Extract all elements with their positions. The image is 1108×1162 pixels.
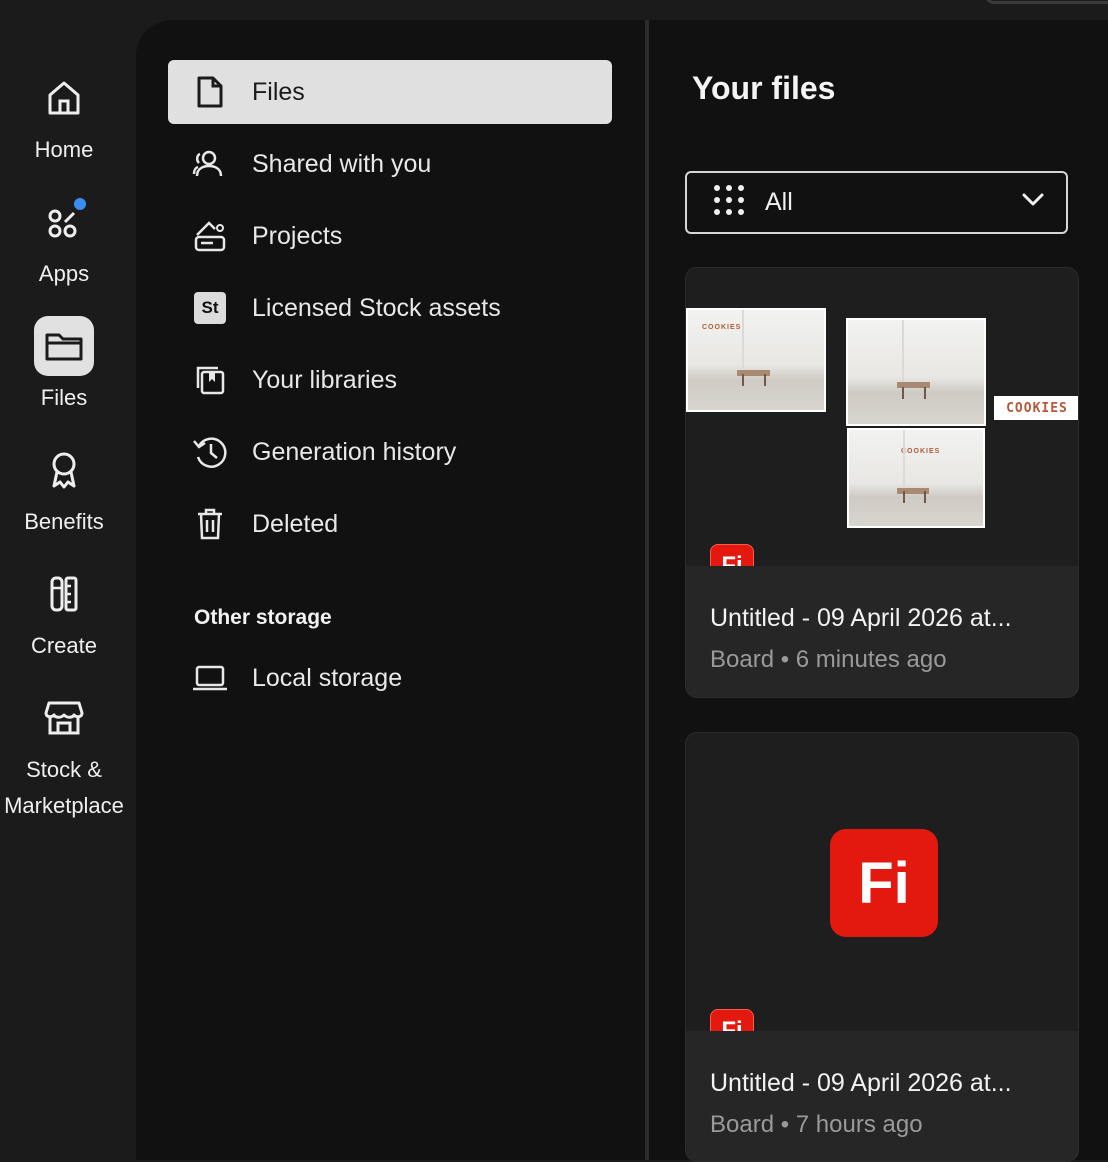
nav-item-local-storage[interactable]: Local storage xyxy=(168,646,612,710)
file-icon xyxy=(188,76,232,108)
apps-icon xyxy=(34,192,94,252)
nav-label-licensed-stock: Licensed Stock assets xyxy=(252,293,501,322)
file-card[interactable]: COOKIES COOKIES COOKIES Fi Untitled - 09… xyxy=(685,267,1079,698)
files-nav-panel: Files Shared with you Projects St Licens… xyxy=(136,20,645,1160)
store-icon xyxy=(34,688,94,748)
top-strip xyxy=(0,0,1108,20)
top-search-pill[interactable] xyxy=(985,0,1108,4)
history-icon xyxy=(188,435,232,469)
rail-item-apps[interactable]: Apps xyxy=(0,192,128,292)
rail-item-stock-marketplace[interactable]: Stock & Marketplace xyxy=(0,688,128,824)
rail-label-create: Create xyxy=(30,633,98,658)
nav-item-generation-history[interactable]: Generation history xyxy=(168,420,612,484)
board-thumbnail: COOKIES COOKIES COOKIES xyxy=(686,268,1078,566)
rail-label-home: Home xyxy=(34,137,94,162)
rail-label-benefits: Benefits xyxy=(24,509,104,534)
rail-label-marketplace: Marketplace xyxy=(4,793,124,818)
rail-item-home[interactable]: Home xyxy=(0,68,128,168)
nav-item-files[interactable]: Files xyxy=(168,60,612,124)
cookies-banner: COOKIES xyxy=(994,396,1078,420)
thumb-photo: COOKIES xyxy=(686,308,826,412)
board-thumbnail: Fi xyxy=(686,733,1078,1031)
firefly-logo-text: Fi xyxy=(858,850,910,916)
rail-item-files[interactable]: Files xyxy=(0,316,128,416)
notification-dot xyxy=(72,196,88,212)
nav-item-deleted[interactable]: Deleted xyxy=(168,492,612,556)
file-card[interactable]: Fi Fi Untitled - 09 April 2026 at... Boa… xyxy=(685,732,1079,1162)
nav-label-deleted: Deleted xyxy=(252,509,339,538)
people-icon xyxy=(188,148,232,180)
card-subtitle: Board • 7 hours ago xyxy=(710,1111,923,1138)
rail-item-benefits[interactable]: Benefits xyxy=(0,440,128,540)
nav-label-projects: Projects xyxy=(252,221,343,250)
nav-item-libraries[interactable]: Your libraries xyxy=(168,348,612,412)
nav-label-generation-history: Generation history xyxy=(252,437,457,466)
chevron-down-icon xyxy=(1022,193,1044,212)
other-storage-title: Other storage xyxy=(194,606,332,629)
card-meta: Untitled - 09 April 2026 at... Board • 7… xyxy=(686,1031,1078,1161)
card-meta: Untitled - 09 April 2026 at... Board • 6… xyxy=(686,566,1078,697)
nav-label-local-storage: Local storage xyxy=(252,663,403,692)
page-title: Your files xyxy=(692,70,836,106)
filter-dropdown[interactable]: All xyxy=(685,171,1068,234)
thumb-photo: COOKIES xyxy=(847,428,985,528)
home-icon xyxy=(34,68,94,128)
libraries-icon xyxy=(188,364,232,396)
nav-item-licensed-stock[interactable]: St Licensed Stock assets xyxy=(168,276,612,340)
nav-label-shared: Shared with you xyxy=(252,149,432,178)
thumb-photo xyxy=(846,318,986,426)
nav-label-files: Files xyxy=(252,77,305,106)
thumb-cookies-text: COOKIES xyxy=(901,448,941,455)
left-rail: Home Apps Files Benefits Create Stock & … xyxy=(0,0,136,1160)
create-icon xyxy=(34,564,94,624)
cookies-banner-text: COOKIES xyxy=(1006,400,1068,416)
laptop-icon xyxy=(188,664,232,692)
folder-icon xyxy=(34,316,94,376)
rail-label-stock: Stock & xyxy=(26,757,102,782)
trash-icon xyxy=(188,507,232,541)
projects-icon xyxy=(188,219,232,253)
card-title: Untitled - 09 April 2026 at... xyxy=(710,604,1012,632)
nav-label-libraries: Your libraries xyxy=(252,365,397,394)
rail-label-apps: Apps xyxy=(38,261,90,286)
card-subtitle: Board • 6 minutes ago xyxy=(710,646,947,673)
nav-item-projects[interactable]: Projects xyxy=(168,204,612,268)
files-content: Your files All COOKIES COOKIES COOKIES U… xyxy=(649,20,1108,1162)
filter-value: All xyxy=(765,188,793,216)
ribbon-icon xyxy=(34,440,94,500)
grid-icon xyxy=(713,184,745,221)
rail-label-files: Files xyxy=(40,385,88,410)
stock-st-text: St xyxy=(201,298,219,317)
rail-item-create[interactable]: Create xyxy=(0,564,128,664)
nav-item-shared[interactable]: Shared with you xyxy=(168,132,612,196)
stock-st-icon: St xyxy=(188,292,232,324)
firefly-logo-icon: Fi xyxy=(830,829,938,937)
card-title: Untitled - 09 April 2026 at... xyxy=(710,1069,1012,1097)
thumb-cookies-text: COOKIES xyxy=(702,324,742,331)
